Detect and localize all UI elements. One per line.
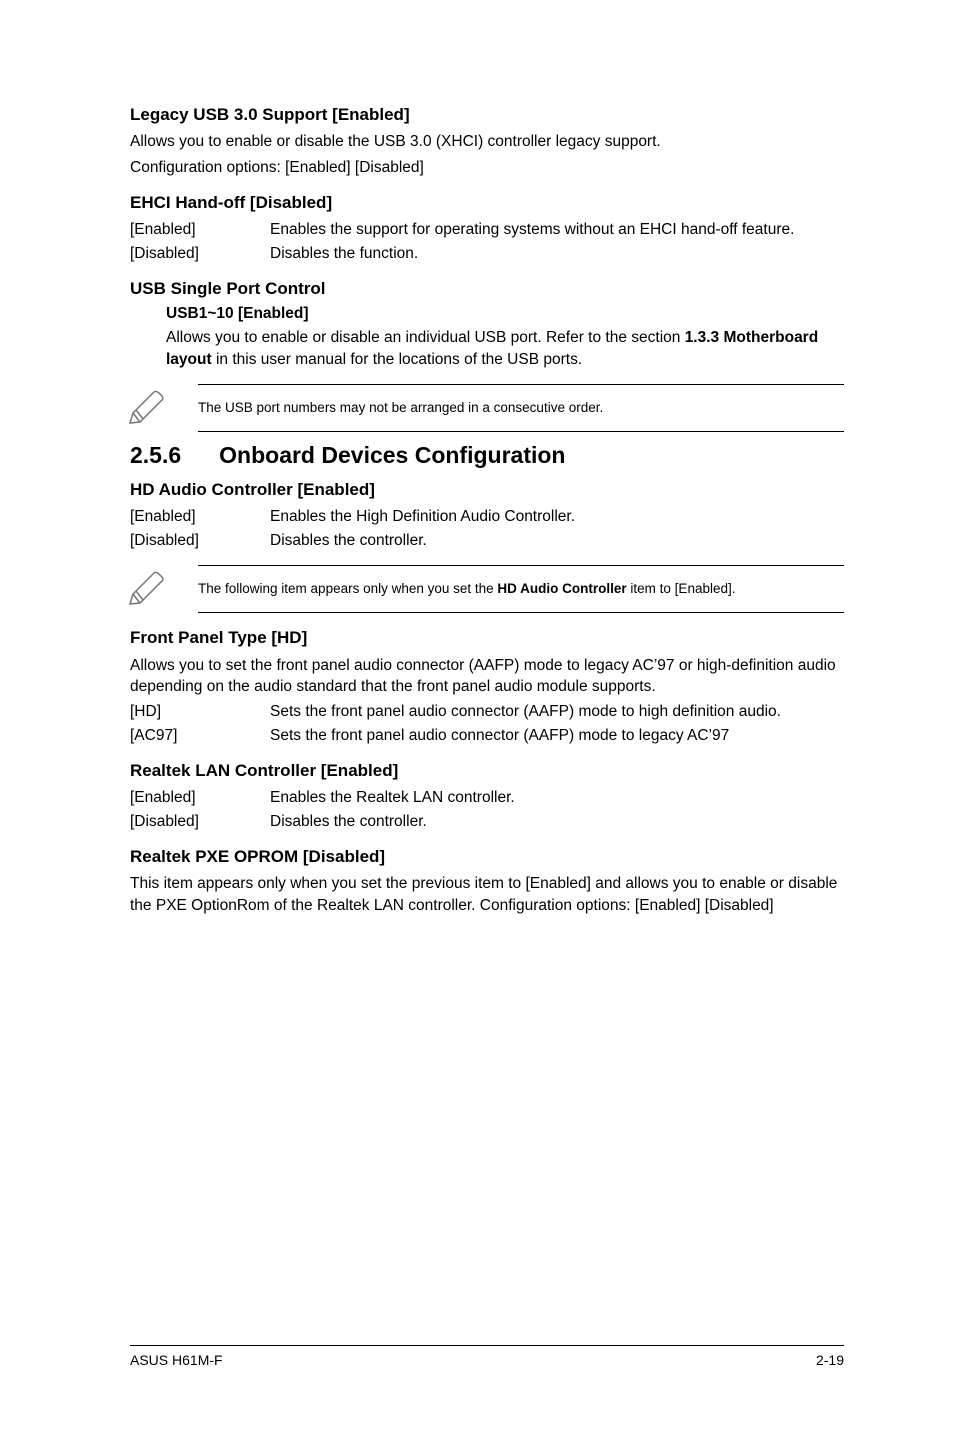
text-span: Allows you to enable or disable an indiv… [166,329,685,346]
option-label: [Disabled] [130,243,270,264]
heading-front-panel: Front Panel Type [HD] [130,627,844,648]
option-row: [Disabled] Disables the controller. [130,530,844,551]
footer-page-number: 2-19 [816,1352,844,1368]
page-footer: ASUS H61M-F 2-19 [130,1345,844,1368]
option-text: Sets the front panel audio connector (AA… [270,701,844,722]
option-text: Enables the Realtek LAN controller. [270,787,844,808]
note-block: The USB port numbers may not be arranged… [130,384,844,432]
option-row: [AC97] Sets the front panel audio connec… [130,725,844,746]
body-text: Allows you to enable or disable an indiv… [166,327,844,370]
option-row: [Disabled] Disables the controller. [130,811,844,832]
option-label: [Enabled] [130,219,270,240]
option-text: Disables the controller. [270,530,844,551]
text-span: in this user manual for the locations of… [212,351,582,368]
option-label: [AC97] [130,725,270,746]
section-heading: 2.5.6 Onboard Devices Configuration [130,442,844,469]
body-text: Allows you to enable or disable the USB … [130,131,844,152]
heading-ehci-handoff: EHCI Hand-off [Disabled] [130,192,844,213]
option-label: [Disabled] [130,811,270,832]
heading-legacy-usb: Legacy USB 3.0 Support [Enabled] [130,104,844,125]
heading-hd-audio: HD Audio Controller [Enabled] [130,479,844,500]
section-title: Onboard Devices Configuration [219,442,565,469]
option-text: Enables the High Definition Audio Contro… [270,506,844,527]
note-block: The following item appears only when you… [130,565,844,613]
text-span: item to [Enabled]. [627,581,736,596]
body-text: Configuration options: [Enabled] [Disabl… [130,157,844,178]
note-text: The following item appears only when you… [198,565,844,613]
option-row: [Enabled] Enables the High Definition Au… [130,506,844,527]
sub-heading: USB1~10 [Enabled] [166,305,844,323]
option-text: Sets the front panel audio connector (AA… [270,725,844,746]
option-text: Enables the support for operating system… [270,219,844,240]
option-row: [Enabled] Enables the support for operat… [130,219,844,240]
option-label: [Disabled] [130,530,270,551]
option-text: Disables the controller. [270,811,844,832]
option-row: [Disabled] Disables the function. [130,243,844,264]
heading-usb-single-port: USB Single Port Control [130,278,844,299]
note-text: The USB port numbers may not be arranged… [198,384,844,432]
sub-section: USB1~10 [Enabled] Allows you to enable o… [166,305,844,370]
text-bold: HD Audio Controller [497,581,626,596]
body-text: Allows you to set the front panel audio … [130,655,844,698]
heading-realtek-pxe: Realtek PXE OPROM [Disabled] [130,846,844,867]
section-number: 2.5.6 [130,442,181,469]
option-text: Disables the function. [270,243,844,264]
pencil-icon [124,568,168,610]
option-label: [Enabled] [130,506,270,527]
heading-realtek-lan: Realtek LAN Controller [Enabled] [130,760,844,781]
option-row: [HD] Sets the front panel audio connecto… [130,701,844,722]
footer-left: ASUS H61M-F [130,1352,223,1368]
option-row: [Enabled] Enables the Realtek LAN contro… [130,787,844,808]
option-label: [Enabled] [130,787,270,808]
option-label: [HD] [130,701,270,722]
pencil-icon [124,387,168,429]
text-span: The following item appears only when you… [198,581,497,596]
body-text: This item appears only when you set the … [130,873,844,916]
